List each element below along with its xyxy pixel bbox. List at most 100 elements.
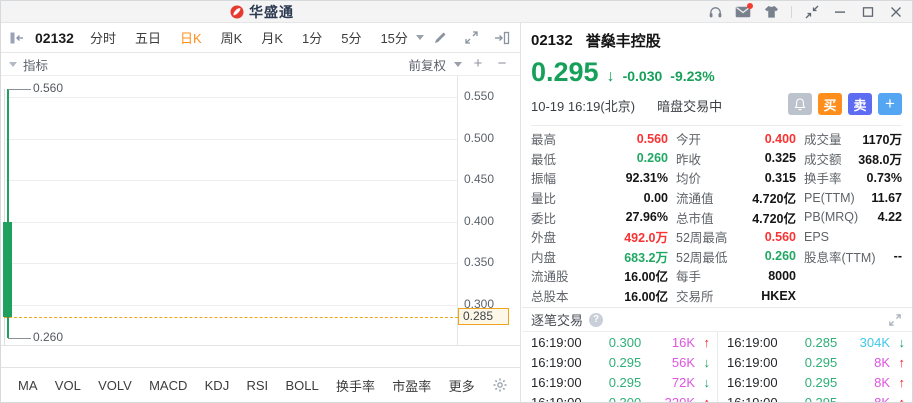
stat-cell: 总市值 4.720亿 bbox=[676, 207, 796, 227]
messages-icon[interactable] bbox=[735, 3, 753, 20]
zoom-in-button[interactable]: + bbox=[470, 56, 486, 71]
indicator-tab[interactable]: 更多 bbox=[449, 376, 475, 395]
indicator-tab[interactable]: VOL bbox=[55, 378, 81, 393]
chart-panel: 02132 分时 五日 日K 周K 月K 1分 5分 15分 指标 前复权 + … bbox=[1, 23, 521, 402]
stat-cell: 委比 27.96% bbox=[531, 207, 668, 227]
adjust-mode-select[interactable]: 前复权 bbox=[408, 55, 446, 74]
stat-cell: 流通值 4.720亿 bbox=[676, 188, 796, 208]
period-tab[interactable]: 15分 bbox=[380, 28, 407, 47]
y-axis-label: 0.400 bbox=[464, 214, 495, 228]
indicator-tab[interactable]: KDJ bbox=[205, 378, 230, 393]
stat-cell bbox=[804, 266, 902, 286]
stat-cell: 量比 0.00 bbox=[531, 188, 668, 208]
minimize-button[interactable] bbox=[832, 4, 848, 20]
titlebar-icons bbox=[707, 1, 904, 23]
price-alert-button[interactable] bbox=[788, 93, 812, 115]
stat-cell: 外盘 492.0万 bbox=[531, 227, 668, 247]
trade-time: 16:19:00 bbox=[531, 354, 582, 370]
stat-cell: 最低 0.260 bbox=[531, 149, 668, 169]
high-price-label: 0.560 bbox=[33, 81, 64, 95]
adjust-caret-icon[interactable] bbox=[454, 61, 462, 67]
trades-column: 16:19:00 0.285 304K ↓ 16:19:00 0.295 8K ↑ 16:19:… bbox=[717, 332, 912, 403]
indicator-tab[interactable]: MACD bbox=[149, 378, 187, 393]
more-periods-caret-icon[interactable] bbox=[415, 35, 424, 40]
stat-value: 492.0万 bbox=[624, 231, 668, 246]
stat-value: 0.325 bbox=[764, 151, 796, 166]
expand-right-panel-icon[interactable] bbox=[494, 30, 510, 46]
indicator-label[interactable]: 指标 bbox=[23, 55, 48, 74]
trade-time: 16:19:00 bbox=[727, 334, 778, 350]
indicator-tab[interactable]: 市盈率 bbox=[392, 376, 431, 395]
stat-cell: EPS bbox=[804, 227, 902, 247]
stat-cell bbox=[804, 286, 902, 306]
stat-cell: 今开 0.400 bbox=[676, 129, 796, 149]
titlebar-separator bbox=[791, 6, 792, 18]
stock-code: 02132 bbox=[35, 29, 74, 46]
chart-toolbar: 02132 分时 五日 日K 周K 月K 1分 5分 15分 bbox=[1, 23, 520, 53]
quote-panel: 02132 誉燊丰控股 0.295 ↓ -0.030 -9.23% 10-19 … bbox=[522, 23, 912, 402]
stat-label: 量比 bbox=[531, 192, 557, 207]
fullscreen-icon[interactable] bbox=[463, 30, 479, 46]
candlestick-chart[interactable]: 0.550 0.500 0.450 0.400 0.350 0.300 0.560 0.260… bbox=[1, 76, 520, 346]
period-tab[interactable]: 1分 bbox=[302, 28, 322, 47]
volume-pane bbox=[1, 346, 520, 368]
trade-time: 16:19:00 bbox=[727, 354, 778, 370]
trade-price: 0.285 bbox=[804, 334, 838, 350]
stat-label: PE(TTM) bbox=[804, 190, 855, 205]
trade-direction-icon: ↓ bbox=[703, 374, 711, 390]
app-name: 华盛通 bbox=[249, 4, 294, 20]
close-button[interactable] bbox=[888, 4, 904, 20]
period-tab[interactable]: 5分 bbox=[341, 28, 361, 47]
quote-header: 02132 誉燊丰控股 0.295 ↓ -0.030 -9.23% 10-19 … bbox=[522, 23, 912, 126]
draw-pencil-icon[interactable] bbox=[432, 30, 448, 46]
trade-direction-icon: ↑ bbox=[898, 354, 906, 370]
indicator-bar: 指标 前复权 + − bbox=[1, 53, 520, 76]
period-tab[interactable]: 月K bbox=[261, 28, 283, 47]
indicator-tab[interactable]: MA bbox=[18, 378, 38, 393]
period-tab[interactable]: 分时 bbox=[90, 28, 116, 47]
support-headset-icon[interactable] bbox=[707, 4, 723, 20]
stat-value: 11.67 bbox=[871, 190, 902, 205]
stat-value: 4.720亿 bbox=[752, 192, 796, 207]
grid-line bbox=[4, 222, 457, 223]
indicator-settings-gear-icon[interactable] bbox=[492, 377, 508, 393]
period-tab[interactable]: 五日 bbox=[135, 28, 161, 47]
chart-tools bbox=[432, 30, 510, 46]
period-tab[interactable]: 周K bbox=[221, 28, 243, 47]
trade-direction-icon: ↑ bbox=[703, 334, 711, 350]
y-axis-label: 0.550 bbox=[464, 89, 495, 103]
trade-direction-icon: ↑ bbox=[898, 394, 906, 403]
collapse-sidebar-icon[interactable] bbox=[9, 30, 25, 46]
buy-button[interactable]: 买 bbox=[818, 93, 842, 115]
trade-time: 16:19:00 bbox=[531, 334, 582, 350]
trade-volume: 8K bbox=[874, 374, 890, 390]
stat-label: PB(MRQ) bbox=[804, 210, 859, 225]
stat-label: 今开 bbox=[676, 133, 702, 148]
add-watchlist-button[interactable]: + bbox=[878, 93, 902, 115]
sell-button[interactable]: 卖 bbox=[848, 93, 872, 115]
indicator-tab[interactable]: 换手率 bbox=[336, 376, 375, 395]
adjust-group: 前复权 + − bbox=[408, 55, 510, 74]
maximize-button[interactable] bbox=[860, 4, 876, 20]
indicator-collapse-caret-icon[interactable] bbox=[9, 61, 17, 67]
grid-line bbox=[4, 97, 457, 98]
stat-label: 内盘 bbox=[531, 250, 557, 265]
trade-price: 0.295 bbox=[804, 374, 838, 390]
trade-volume: 320K bbox=[664, 394, 695, 403]
indicator-tab[interactable]: RSI bbox=[246, 378, 268, 393]
stat-label: 委比 bbox=[531, 211, 557, 226]
indicator-tab[interactable]: VOLV bbox=[98, 378, 132, 393]
stat-label: 振幅 bbox=[531, 172, 557, 187]
y-axis-label: 0.500 bbox=[464, 131, 495, 145]
expand-trades-icon[interactable] bbox=[888, 313, 902, 327]
collapse-layout-icon[interactable] bbox=[804, 4, 820, 20]
zoom-out-button[interactable]: − bbox=[494, 56, 510, 71]
price-direction-icon: ↓ bbox=[606, 68, 615, 85]
theme-shirt-icon[interactable] bbox=[763, 4, 779, 20]
stat-value: -- bbox=[893, 249, 902, 264]
indicator-tab[interactable]: BOLL bbox=[285, 378, 318, 393]
trade-time: 16:19:00 bbox=[531, 394, 582, 403]
help-icon[interactable]: ? bbox=[589, 312, 604, 327]
trade-price: 0.295 bbox=[608, 374, 642, 390]
period-tab[interactable]: 日K bbox=[180, 28, 202, 47]
